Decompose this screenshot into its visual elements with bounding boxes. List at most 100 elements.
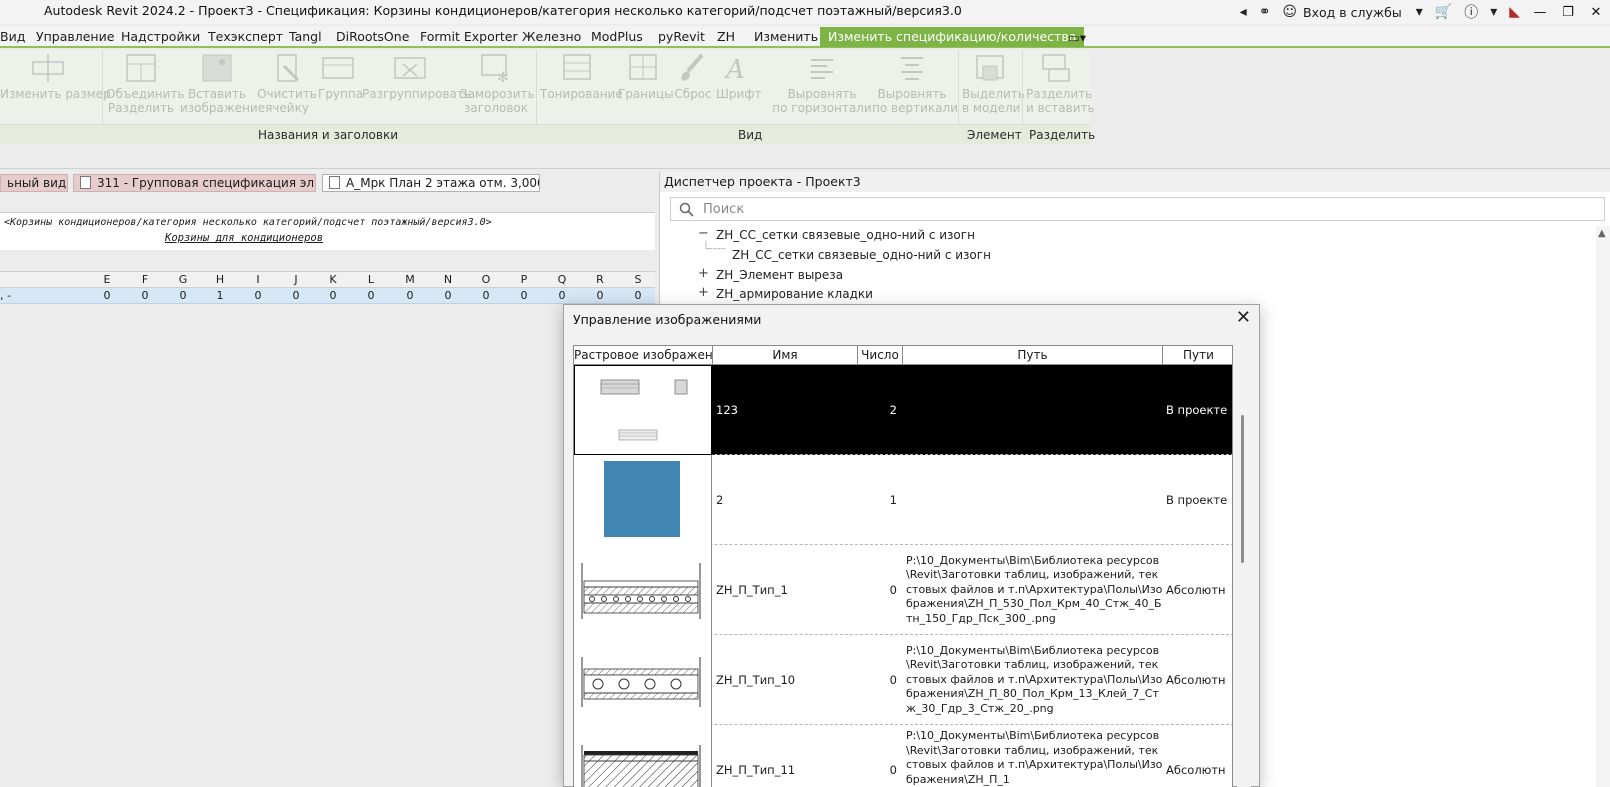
column-header[interactable]: M	[391, 273, 429, 286]
tab-pyrevit[interactable]: pyRevit	[658, 29, 705, 44]
expand-icon[interactable]: +	[698, 285, 709, 300]
column-header-count[interactable]: Число	[858, 346, 903, 365]
align-vertical-button[interactable]: Выровнять по вертикали	[872, 52, 958, 115]
schedule-title[interactable]: Корзины для кондиционеров	[165, 232, 323, 244]
tab-texexpert[interactable]: Техэксперт	[208, 29, 283, 44]
table-cell[interactable]: 0	[239, 289, 277, 302]
user-icon[interactable]: ☺	[1282, 4, 1297, 20]
table-cell[interactable]: 0	[314, 289, 352, 302]
table-cell[interactable]: 0	[277, 289, 315, 302]
group-button[interactable]: Группа	[318, 52, 363, 101]
tab-overflow-icon[interactable]: ▭▾	[1068, 30, 1086, 45]
close-window-icon[interactable]: ✕	[1582, 5, 1610, 20]
tree-item[interactable]: ZH_CC_сетки связевые_одно-ний с изогн	[732, 248, 991, 262]
caret-left-icon[interactable]: ◂	[1240, 4, 1247, 20]
dropdown-arrow-icon[interactable]: ▾	[1416, 4, 1423, 20]
split-paste-button[interactable]: Разделить и вставить	[1026, 52, 1095, 115]
table-cell[interactable]: 0	[543, 289, 581, 302]
tab-addins[interactable]: Надстройки	[121, 29, 200, 44]
tree-item[interactable]: ZH_CC_сетки связевые_одно-ний с изогн	[716, 228, 975, 242]
column-header[interactable]: P	[505, 273, 543, 286]
table-cell[interactable]: 0	[505, 289, 543, 302]
table-cell[interactable]: 0	[352, 289, 390, 302]
table-row[interactable]: 2 1 В проекте	[574, 455, 1232, 545]
tab-manage[interactable]: Управление	[36, 29, 114, 44]
tree-item[interactable]: ZH_армирование кладки	[716, 287, 873, 301]
column-header-name[interactable]: Имя	[713, 346, 858, 365]
freeze-header-button[interactable]: ✻ Заморозить заголовок	[460, 52, 535, 115]
column-header[interactable]: N	[429, 273, 467, 286]
table-cell[interactable]: 0	[88, 289, 126, 302]
tab-modplus[interactable]: ModPlus	[591, 29, 643, 44]
column-header[interactable]: L	[352, 273, 390, 286]
table-row[interactable]: ZH_П_Тип_1 0 P:\10_Документы\Bim\Библиот…	[574, 545, 1232, 635]
tab-view[interactable]: Вид	[0, 29, 25, 44]
view-tab-2[interactable]: 311 - Групповая спецификация эл...	[73, 174, 316, 192]
expand-icon[interactable]: +	[698, 266, 709, 281]
table-cell[interactable]: 0	[164, 289, 202, 302]
column-header[interactable]: H	[201, 273, 239, 286]
table-row[interactable]: ZH_П_Тип_10 0 P:\10_Документы\Bim\Библио…	[574, 635, 1232, 725]
tab-dirootsone[interactable]: DiRootsOne	[336, 29, 409, 44]
table-cell[interactable]: 1	[201, 289, 239, 302]
insert-image-button[interactable]: Вставить изображение	[180, 52, 265, 115]
table-cell[interactable]: 0	[467, 289, 505, 302]
minimize-icon[interactable]: —	[1526, 5, 1554, 20]
column-header[interactable]: K	[314, 273, 352, 286]
align-horizontal-button[interactable]: Выровнять по горизонтали	[772, 52, 872, 115]
highlight-in-model-button[interactable]: Выделить в модели	[962, 52, 1025, 115]
app-logo-icon[interactable]: ◣	[1509, 4, 1520, 20]
column-header[interactable]: Q	[543, 273, 581, 286]
dialog-scrollbar[interactable]	[1237, 345, 1251, 787]
column-header[interactable]: G	[164, 273, 202, 286]
table-row[interactable]: 123 2 В проекте	[574, 365, 1232, 455]
tab-modify[interactable]: Изменить	[754, 29, 818, 44]
collapse-icon[interactable]: −	[698, 226, 709, 241]
column-header[interactable]: R	[581, 273, 619, 286]
ungroup-button[interactable]: Разгруппировать	[362, 52, 471, 101]
table-cell[interactable]: 0	[619, 289, 657, 302]
column-header[interactable]: I	[239, 273, 277, 286]
view-tab-3[interactable]: А_Мрк План 2 этажа отм. 3,000	[322, 174, 540, 192]
tab-zh[interactable]: ZH	[717, 29, 735, 44]
help-dropdown-icon[interactable]: ▾	[1490, 4, 1497, 20]
column-header[interactable]: F	[126, 273, 164, 286]
cart-icon[interactable]: 🛒	[1435, 4, 1452, 20]
column-header[interactable]: J	[277, 273, 315, 286]
sign-in-button[interactable]: Вход в службы	[1303, 5, 1402, 20]
clear-cell-button[interactable]: Очистить ячейку	[257, 52, 317, 115]
scrollbar-thumb[interactable]	[1241, 415, 1244, 563]
reset-button[interactable]: Сброс	[672, 52, 714, 101]
binoculars-icon[interactable]: ⚭	[1259, 4, 1271, 20]
view-tab-1[interactable]: ьный вид	[0, 174, 68, 192]
shading-button[interactable]: Тонирование	[540, 52, 623, 101]
column-header-path[interactable]: Путь	[903, 346, 1163, 365]
tab-tangl[interactable]: Tangl	[289, 29, 322, 44]
merge-split-button[interactable]: Объединить Разделить	[106, 52, 185, 115]
column-header[interactable]: E	[88, 273, 126, 286]
browser-search-input[interactable]: Поиск	[670, 197, 1605, 221]
scroll-up-icon[interactable]: ▲	[1598, 228, 1606, 239]
table-cell[interactable]: 0	[429, 289, 467, 302]
table-row[interactable]: ZH_П_Тип_11 0 P:\10_Документы\Bim\Библио…	[574, 725, 1232, 787]
table-cell[interactable]: 0	[581, 289, 619, 302]
table-cell[interactable]: 0	[126, 289, 164, 302]
resize-button[interactable]: Изменить размер	[0, 52, 111, 101]
column-header-image[interactable]: Растровое изображение	[574, 346, 713, 365]
close-icon[interactable]: ✕	[1236, 307, 1251, 328]
restore-icon[interactable]: ❐	[1554, 5, 1582, 20]
browser-scrollbar[interactable]: ▲	[1596, 226, 1610, 787]
column-header-path-type[interactable]: Пути	[1163, 346, 1232, 365]
tree-item[interactable]: ZH_Элемент выреза	[716, 268, 843, 282]
tab-formit-exporter[interactable]: Formit Exporter	[420, 29, 518, 44]
help-icon[interactable]: ⓘ	[1464, 2, 1478, 22]
tab-modify-schedule[interactable]: Изменить спецификацию/количества	[820, 27, 1085, 47]
font-button[interactable]: A Шрифт	[716, 52, 762, 101]
borders-button[interactable]: Границы	[618, 52, 674, 101]
image-path	[903, 365, 1163, 455]
column-header[interactable]: O	[467, 273, 505, 286]
schedule-row[interactable]: , - 0 0 0 1 0 0 0 0 0 0 0 0 0 0 0	[0, 288, 655, 304]
table-cell[interactable]: 0	[391, 289, 429, 302]
column-header[interactable]: S	[619, 273, 657, 286]
tab-zhelezno[interactable]: Железно	[522, 29, 581, 44]
